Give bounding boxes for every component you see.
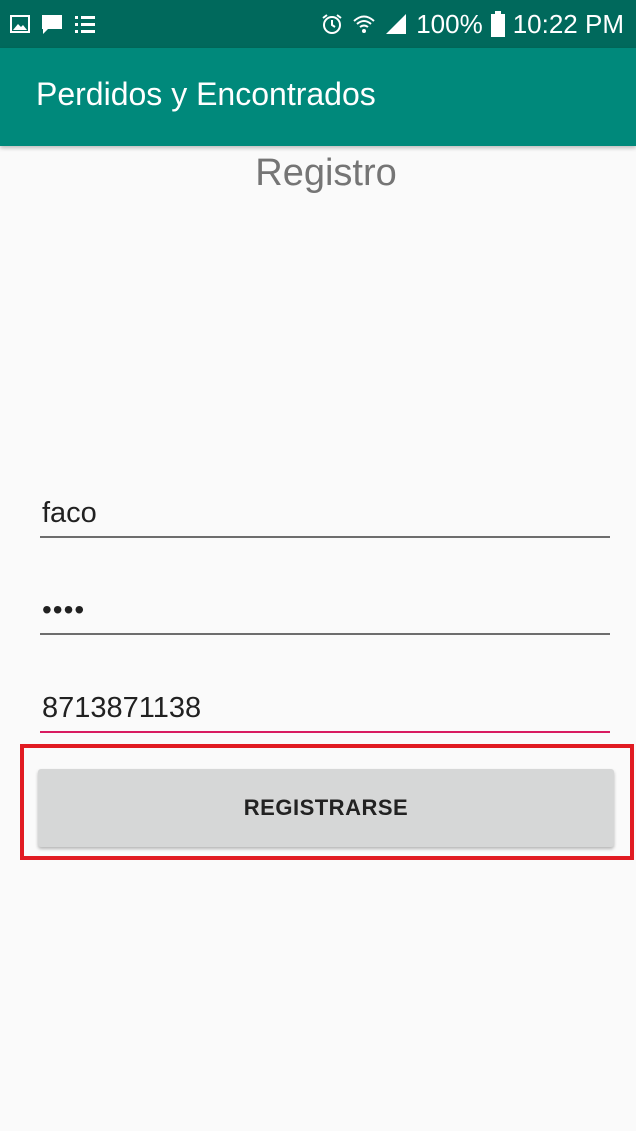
password-value: •••• — [42, 594, 86, 625]
status-left-icons — [10, 10, 96, 38]
status-time: 10:22 PM — [512, 8, 624, 39]
register-button-label: REGISTRARSE — [243, 795, 409, 820]
chat-notification-icon — [40, 13, 64, 35]
signal-icon — [384, 12, 408, 36]
app-title: Perdidos y Encontrados — [36, 76, 376, 112]
username-value: faco — [42, 497, 97, 529]
app-bar: Perdidos y Encontrados — [0, 48, 636, 146]
username-field[interactable]: faco — [40, 488, 610, 538]
page-title: Registro — [255, 152, 397, 194]
phone-value: 8713871138 — [42, 692, 202, 724]
password-field[interactable]: •••• — [40, 585, 610, 635]
list-notification-icon — [74, 14, 96, 34]
battery-icon — [490, 11, 505, 37]
register-button[interactable]: REGISTRARSE — [38, 769, 614, 847]
wifi-icon — [352, 12, 376, 36]
phone-field[interactable]: 8713871138 — [40, 683, 610, 733]
status-right-icons: 100% 10:22 PM — [320, 8, 624, 40]
status-bar: 100% 10:22 PM — [0, 0, 636, 48]
alarm-icon — [320, 12, 344, 36]
battery-percent: 100% — [416, 8, 483, 39]
image-notification-icon — [10, 15, 30, 33]
